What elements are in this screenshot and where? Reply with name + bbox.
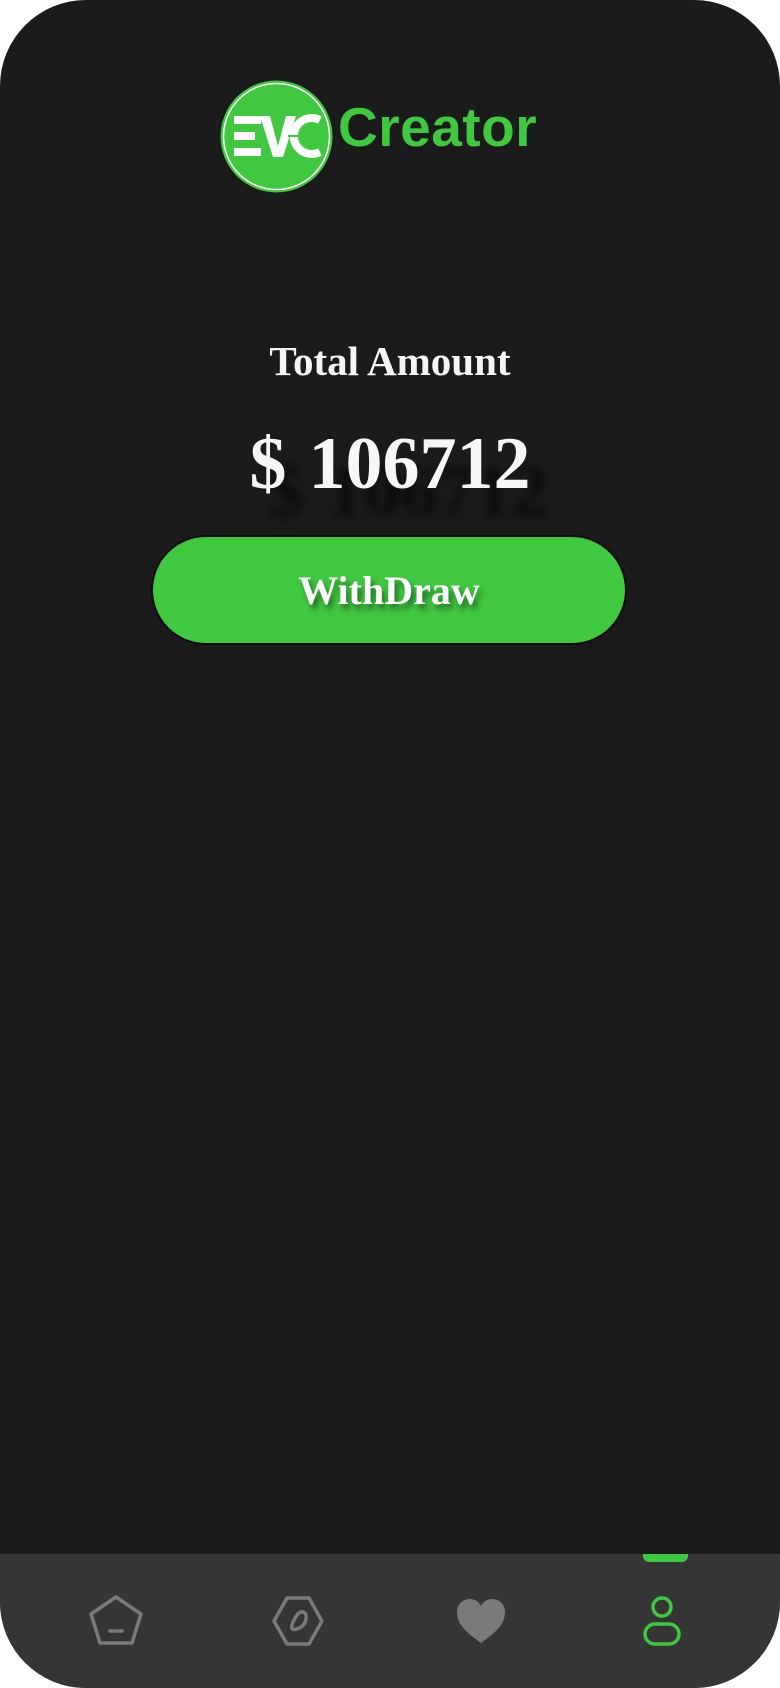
heart-icon — [457, 1599, 505, 1643]
compass-icon — [272, 1596, 324, 1646]
nav-item-explore[interactable] — [238, 1554, 358, 1688]
currency-symbol: $ — [249, 423, 287, 505]
app-screen: Creator Total Amount $106712 WithDraw — [0, 0, 780, 1688]
total-amount-value: $106712 — [0, 422, 780, 506]
app-logo: Creator — [220, 80, 538, 195]
amount-number: 106712 — [308, 423, 531, 505]
user-icon — [643, 1596, 681, 1646]
withdraw-button[interactable]: WithDraw — [151, 535, 627, 645]
nav-item-home[interactable] — [56, 1554, 176, 1688]
nav-item-favorites[interactable] — [421, 1554, 541, 1688]
evc-badge-icon — [220, 80, 333, 193]
bottom-nav — [0, 1554, 780, 1688]
brand-name: Creator — [338, 96, 538, 158]
home-icon — [89, 1595, 143, 1645]
nav-item-profile[interactable] — [602, 1554, 722, 1688]
total-amount-label: Total Amount — [269, 338, 511, 384]
withdraw-button-label: WithDraw — [298, 567, 480, 613]
